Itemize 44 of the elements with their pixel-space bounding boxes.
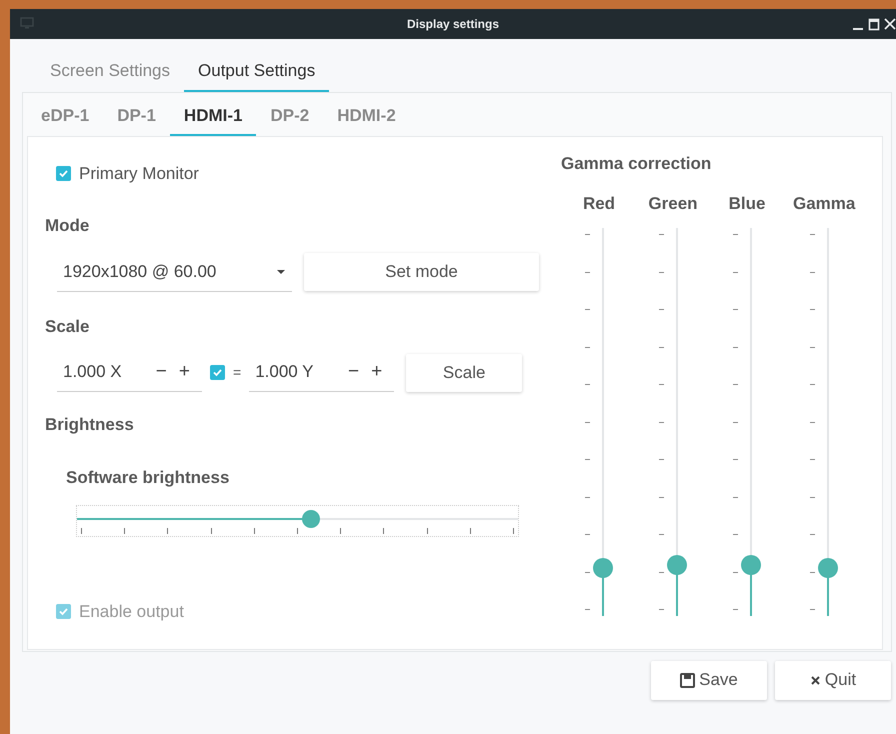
gamma-slider[interactable] [816,228,839,616]
caret-icon [276,268,286,274]
brightness-slider[interactable] [76,504,519,536]
channel-label: Gamma [793,192,856,214]
channel-label: Green [648,192,698,214]
window-title: Display settings [406,16,500,33]
gamma-slider[interactable] [666,228,688,616]
stepper-button[interactable]: − [342,358,366,386]
stepper-button[interactable]: + [172,358,196,386]
stepper-button[interactable]: + [365,358,388,386]
checkbox[interactable] [210,365,225,380]
checkmark-icon [58,168,69,180]
section-heading: Brightness [45,414,135,436]
equals-sign: = [233,363,242,382]
checkbox-label: Primary Monitor [79,163,199,185]
checkbox-label: Enable output [79,600,184,622]
stepper-button[interactable]: − [150,358,173,386]
slider-thumb[interactable] [740,554,760,575]
checkbox[interactable] [56,166,71,182]
scale-field[interactable]: 1.000 Y − + [249,354,394,392]
mode-dropdown[interactable]: 1920x1080 @ 60.00 [57,252,292,292]
checkmark-icon [58,606,69,617]
set-mode-button[interactable]: Set mode [304,253,539,291]
scale-button[interactable]: Scale [406,354,522,392]
maximize-icon[interactable] [868,17,880,31]
slider-thumb[interactable] [302,510,320,528]
gamma-slider[interactable] [740,228,762,616]
slider-thumb[interactable] [818,558,838,578]
slider-thumb[interactable] [592,558,612,578]
checkmark-icon [212,367,223,378]
monitor-icon [20,17,34,29]
slider-label: Software brightness [66,467,230,489]
close-icon[interactable] [884,17,896,31]
scale-field[interactable]: 1.000 X − + [57,354,202,392]
save-button[interactable]: Save [651,660,767,700]
section-heading: Mode [45,214,90,236]
section-heading: Scale [45,316,90,338]
slider-thumb[interactable] [666,554,686,575]
channel-label: Blue [728,192,766,214]
quit-button[interactable]: Quit [775,660,891,700]
close-icon [810,674,821,686]
gamma-slider[interactable] [592,228,614,616]
section-heading: Gamma correction [561,153,712,175]
channel-label: Red [582,192,616,214]
